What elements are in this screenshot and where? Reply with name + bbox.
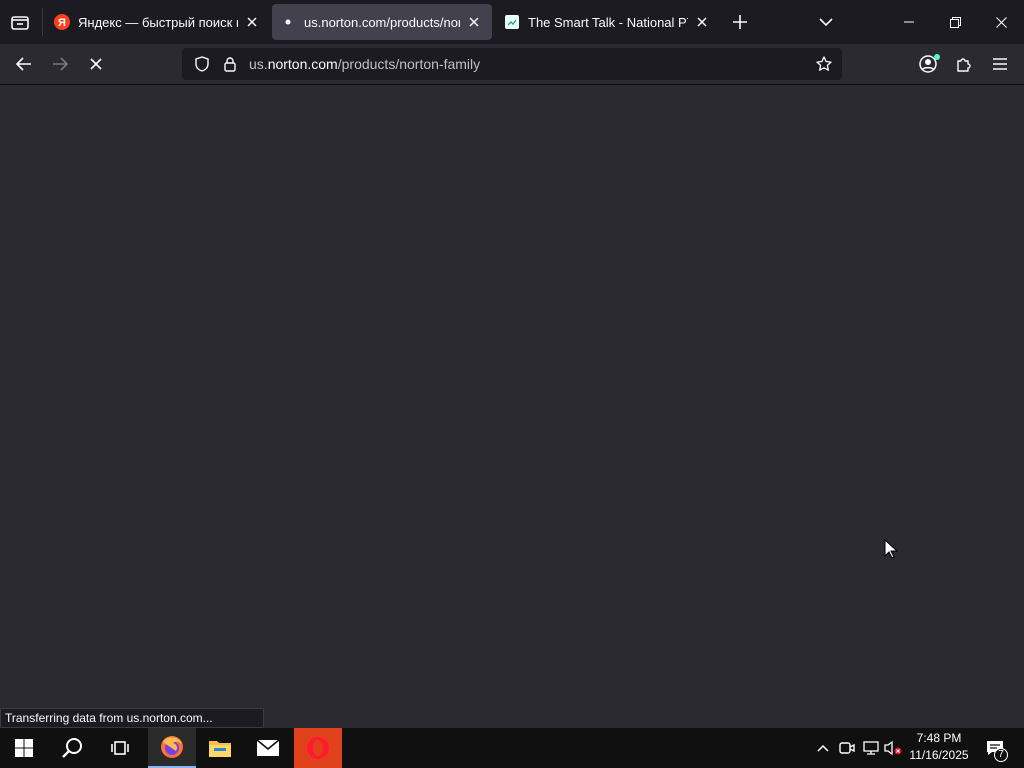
mouse-cursor-icon (884, 539, 898, 559)
hamburger-icon (993, 58, 1007, 70)
close-tab-button[interactable] (242, 12, 262, 32)
smart-talk-favicon (504, 14, 520, 30)
task-view-button[interactable] (96, 728, 144, 768)
plus-icon (733, 15, 747, 29)
tab-bar: Я Яндекс — быстрый поиск в интернете us.… (0, 0, 1024, 44)
page-content[interactable] (0, 85, 1024, 728)
arrow-right-icon (53, 57, 68, 71)
tracking-protection-shield-icon[interactable] (188, 50, 216, 78)
taskbar-clock[interactable]: 7:48 PM 11/16/2025 (904, 730, 974, 766)
url-bar[interactable]: us.norton.com/products/norton-family (182, 48, 842, 80)
clock-date: 11/16/2025 (909, 748, 969, 762)
network-button[interactable] (860, 728, 882, 768)
new-tab-button[interactable] (726, 8, 754, 36)
close-window-button[interactable] (978, 0, 1024, 44)
yandex-favicon: Я (54, 14, 70, 30)
close-tab-button[interactable] (692, 12, 712, 32)
restore-icon (949, 16, 961, 28)
lock-icon[interactable] (216, 50, 244, 78)
notification-count-badge: 7 (994, 748, 1008, 762)
task-view-icon (111, 741, 129, 755)
back-button[interactable] (8, 48, 40, 80)
close-icon (247, 17, 257, 27)
volume-muted-icon (884, 740, 902, 756)
firefox-icon (161, 736, 183, 758)
bookmark-star-button[interactable] (810, 50, 838, 78)
status-panel: Transferring data from us.norton.com... (0, 708, 264, 728)
url-path: /products/norton-family (337, 56, 481, 72)
notification-dot (934, 54, 940, 60)
close-icon (697, 17, 707, 27)
meet-now-button[interactable] (836, 728, 858, 768)
tab-title: Яндекс — быстрый поиск в интернете (78, 14, 238, 30)
folder-icon (209, 741, 231, 757)
star-icon (816, 56, 832, 71)
loading-dot-icon (280, 14, 296, 30)
taskbar-firefox[interactable] (148, 728, 196, 768)
search-button[interactable] (48, 728, 96, 768)
extensions-button[interactable] (948, 48, 980, 80)
windows-logo-icon (15, 739, 33, 757)
puzzle-icon (957, 58, 971, 72)
taskbar: 7:48 PM 11/16/2025 7 (0, 728, 1024, 768)
mail-icon (256, 739, 280, 756)
account-button[interactable] (912, 48, 944, 80)
search-icon (62, 738, 82, 758)
tab-title: us.norton.com/products/norton-family (304, 14, 460, 30)
taskbar-file-explorer[interactable] (196, 728, 244, 768)
opera-icon (307, 737, 329, 759)
tab-separator (42, 8, 43, 36)
url-prefix: us. (249, 56, 268, 72)
network-icon (863, 741, 879, 755)
tab-norton[interactable]: us.norton.com/products/norton-family (272, 4, 492, 40)
arrow-left-icon (16, 57, 31, 71)
restore-button[interactable] (932, 0, 978, 44)
close-icon (995, 16, 1007, 28)
taskbar-mail[interactable] (244, 728, 292, 768)
tab-smart-talk[interactable]: The Smart Talk - National PTA + LifeSmar… (498, 4, 718, 40)
forward-button[interactable] (44, 48, 76, 80)
chevron-up-icon (817, 744, 829, 752)
navigation-toolbar: us.norton.com/products/norton-family (0, 44, 1024, 85)
stop-button[interactable] (80, 48, 112, 80)
tab-title: The Smart Talk - National PTA + LifeSmar… (528, 14, 688, 30)
svg-text:Я: Я (58, 17, 66, 29)
stop-icon (90, 58, 102, 70)
url-text[interactable]: us.norton.com/products/norton-family (249, 56, 480, 72)
taskbar-opera[interactable] (294, 728, 342, 768)
show-hidden-icons-button[interactable] (812, 728, 834, 768)
clock-time: 7:48 PM (916, 731, 962, 745)
close-icon (469, 17, 479, 27)
close-tab-button[interactable] (464, 12, 484, 32)
action-center-button[interactable]: 7 (980, 728, 1010, 768)
tab-yandex[interactable]: Я Яндекс — быстрый поиск в интернете (48, 4, 268, 40)
volume-button[interactable] (882, 728, 904, 768)
start-button[interactable] (0, 728, 48, 768)
url-domain: norton.com (267, 56, 338, 72)
firefox-view-button[interactable] (6, 8, 34, 36)
meet-now-icon (839, 742, 855, 754)
chevron-down-icon (819, 18, 833, 26)
app-menu-button[interactable] (984, 48, 1016, 80)
list-all-tabs-button[interactable] (812, 8, 840, 36)
minimize-icon (904, 21, 914, 23)
minimize-button[interactable] (886, 0, 932, 44)
firefox-view-icon (11, 16, 29, 30)
